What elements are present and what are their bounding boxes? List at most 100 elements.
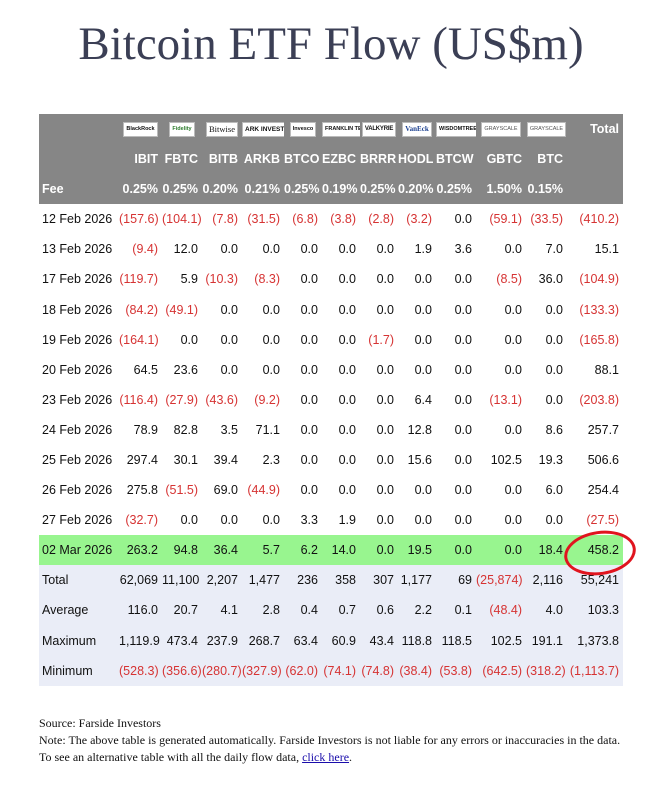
row-total-cell: (410.2) [567,204,623,235]
flow-cell: (13.1) [476,384,526,415]
flow-cell: 1,119.9 [119,625,162,656]
row-total-cell: (27.5) [567,505,623,536]
row-total-cell: (1,113.7) [567,655,623,686]
vaneck-logo: VanEck [402,121,432,137]
flow-cell: 0.0 [360,414,398,445]
date-cell: 20 Feb 2026 [39,354,119,385]
brand-logo: FRANKLIN TEMPLETON [322,114,360,144]
row-total-cell: 55,241 [567,565,623,596]
summary-row: Maximum 1,119.9 473.4 237.9 268.7 63.4 60.9 43.… [39,625,623,656]
corner-cell [39,144,119,175]
flow-cell: 0.0 [322,354,360,385]
flow-cell: 0.0 [476,354,526,385]
flow-cell: 0.0 [360,354,398,385]
flow-cell: 0.7 [322,595,360,626]
flow-cell: 12.8 [398,414,436,445]
flow-cell: (2.8) [360,204,398,235]
fee-cell: 0.20% [202,174,242,205]
valkyrie-logo: VALKYRIE [361,121,397,137]
date-cell: 24 Feb 2026 [39,414,119,445]
flow-cell: 1.9 [398,234,436,265]
flow-cell: 297.4 [119,444,162,476]
flow-cell: 0.0 [322,294,360,325]
flow-cell: 236 [284,565,322,596]
flow-cell: 19.5 [398,535,436,566]
flow-cell: 15.6 [398,444,436,476]
flow-cell: 2.8 [242,595,284,626]
summary-row: Minimum (528.3) (356.6) (280.7) (327.9) (62.0… [39,655,623,686]
flow-cell: 0.0 [526,324,567,355]
flow-cell: 0.0 [436,535,476,566]
date-cell: 12 Feb 2026 [39,204,119,235]
flow-cell: 0.0 [476,535,526,566]
flow-cell: 118.8 [398,625,436,656]
table-row: 25 Feb 2026 297.4 30.1 39.4 2.3 0.0 0.0 0.0 15.6… [39,444,623,476]
table-row: 12 Feb 2026 (157.6) (104.1) (7.8) (31.5) (6.8… [39,204,623,235]
flow-cell: 39.4 [202,444,242,476]
flow-cell: 0.0 [322,234,360,265]
page-title: Bitcoin ETF Flow (US$m) [78,18,584,70]
table-row: 23 Feb 2026 (116.4) (27.9) (43.6) (9.2) 0.0 0.… [39,384,623,415]
footnote: Source: Farside Investors Note: The abov… [39,715,623,766]
flow-cell: (48.4) [476,595,526,626]
flow-cell: 0.0 [284,264,322,295]
highlighted-row: 02 Mar 2026 263.2 94.8 36.4 5.7 6.2 14.0 0.0 19.… [39,535,623,566]
flow-cell: (6.8) [284,204,322,235]
flow-cell: 6.2 [284,535,322,566]
flow-cell: 0.0 [242,324,284,355]
flow-cell: (318.2) [526,655,567,686]
table-row: 26 Feb 2026 275.8 (51.5) 69.0 (44.9) 0.0 0.0 0.… [39,475,623,506]
corner-cell [567,144,623,175]
table-row: 19 Feb 2026 (164.1) 0.0 0.0 0.0 0.0 0.0 (1.7) 0.… [39,324,623,355]
ticker-header: BTC [526,144,567,175]
flow-cell: 0.0 [360,535,398,566]
brand-logo: BlackRock [119,114,162,144]
flow-cell: 5.9 [162,264,202,295]
table-row: 13 Feb 2026 (9.4) 12.0 0.0 0.0 0.0 0.0 0.0 1.9 3.… [39,234,623,265]
flow-cell: 0.0 [360,475,398,506]
flow-cell: 3.6 [436,234,476,265]
flow-cell: 0.0 [284,384,322,415]
flow-cell: 2,116 [526,565,567,596]
flow-cell: 473.4 [162,625,202,656]
blackrock-logo: BlackRock [123,121,158,137]
flow-cell: 12.0 [162,234,202,265]
fee-cell: 0.25% [119,174,162,205]
bitwise-logo: Bitwise [206,121,238,137]
flow-cell: 11,100 [162,565,202,596]
ticker-header: HODL [398,144,436,175]
date-cell: 19 Feb 2026 [39,324,119,355]
corner-cell [567,174,623,205]
flow-cell: 20.7 [162,595,202,626]
date-cell: 02 Mar 2026 [39,535,119,566]
flow-cell: 14.0 [322,535,360,566]
flow-cell: 0.0 [398,294,436,325]
flow-cell: 307 [360,565,398,596]
flow-cell: 0.0 [284,234,322,265]
flow-cell: (9.2) [242,384,284,415]
flow-cell: (27.9) [162,384,202,415]
flow-cell: 8.6 [526,414,567,445]
flow-cell: (59.1) [476,204,526,235]
date-cell: 26 Feb 2026 [39,475,119,506]
flow-cell: 191.1 [526,625,567,656]
flow-cell: 2.3 [242,444,284,476]
click-here-link[interactable]: click here [302,750,349,764]
brand-logo: VALKYRIE [360,114,398,144]
flow-cell: 3.3 [284,505,322,536]
note-paragraph: Note: The above table is generated autom… [39,732,623,766]
flow-cell: 82.8 [162,414,202,445]
flow-cell: 0.6 [360,595,398,626]
flow-cell: 0.0 [284,294,322,325]
fee-cell: 0.25% [436,174,476,205]
source-text: Source: Farside Investors [39,716,161,730]
flow-cell: 0.0 [398,475,436,506]
flow-cell: 0.1 [436,595,476,626]
flow-cell: 4.0 [526,595,567,626]
flow-cell: 0.0 [436,444,476,476]
flow-cell: 275.8 [119,475,162,506]
row-total-cell: 257.7 [567,414,623,445]
flow-cell: 3.5 [202,414,242,445]
row-total-cell: (165.8) [567,324,623,355]
corner-cell [39,114,119,144]
